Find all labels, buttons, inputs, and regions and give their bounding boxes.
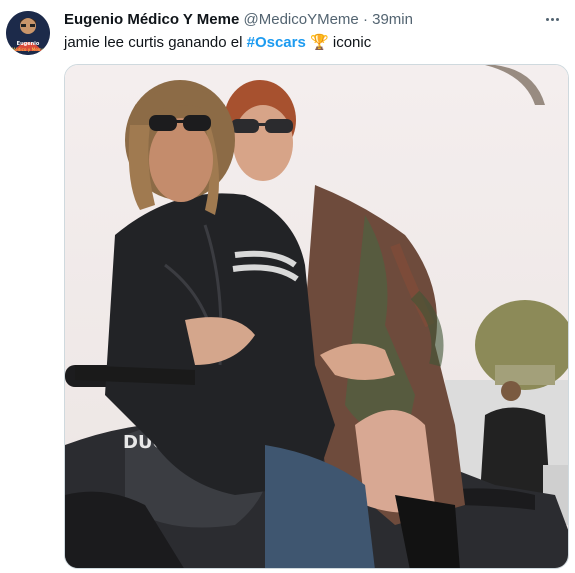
- tweet-card[interactable]: Eugenio Médico y Meme Eugenio Médico Y M…: [0, 0, 575, 573]
- photo-illustration: DUCATI: [65, 65, 568, 568]
- tweet-header: Eugenio Médico Y Meme @MedicoYMeme · 39m…: [64, 10, 535, 30]
- tweet-media-image[interactable]: DUCATI: [64, 64, 569, 569]
- timestamp[interactable]: 39min: [372, 11, 413, 28]
- separator-dot: ·: [362, 11, 368, 28]
- avatar-image: Eugenio Médico y Meme: [6, 11, 50, 55]
- svg-text:Médico y Meme: Médico y Meme: [12, 47, 45, 52]
- tweet-text: jamie lee curtis ganando el #Oscars 🏆 ic…: [64, 33, 555, 53]
- trophy-emoji: 🏆: [310, 34, 329, 51]
- tweet-text-after: iconic: [328, 34, 372, 51]
- tweet-text-before: jamie lee curtis ganando el: [64, 34, 247, 51]
- hashtag-link[interactable]: #Oscars: [247, 34, 306, 51]
- display-name[interactable]: Eugenio Médico Y Meme: [64, 11, 239, 28]
- more-icon[interactable]: [541, 8, 563, 30]
- avatar[interactable]: Eugenio Médico y Meme: [6, 11, 50, 55]
- user-handle[interactable]: @MedicoYMeme: [244, 11, 359, 28]
